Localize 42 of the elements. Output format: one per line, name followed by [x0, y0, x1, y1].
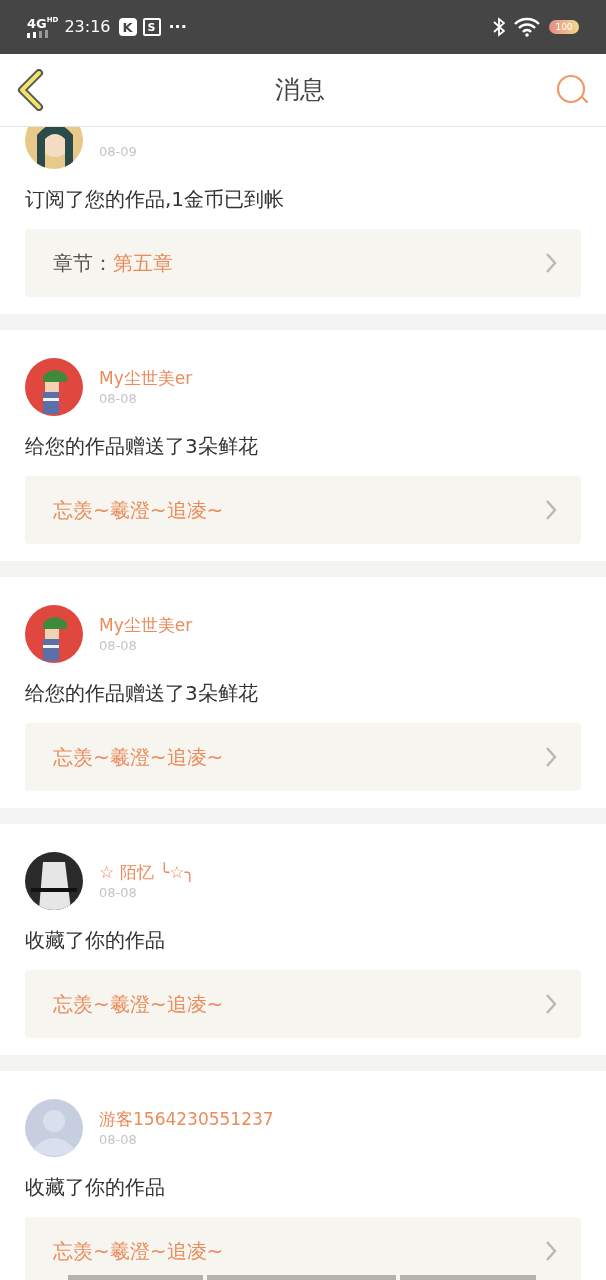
- bluetooth-icon: [493, 17, 505, 37]
- clock: 23:16: [64, 16, 111, 38]
- work-link[interactable]: 忘羡~羲澄~追凌~: [25, 476, 581, 544]
- message-text: 给您的作品赠送了3朵鲜花: [25, 433, 259, 460]
- wifi-icon: [513, 17, 541, 37]
- message-text: 订阅了您的作品,1金币已到帐: [25, 186, 286, 213]
- work-title: 忘羡~羲澄~追凌~: [53, 991, 224, 1018]
- more-indicator: ···: [168, 16, 187, 38]
- work-title: 忘羡~羲澄~追凌~: [53, 1238, 224, 1265]
- user-name[interactable]: My尘世美er: [99, 614, 193, 636]
- chapter-title: 第五章: [113, 250, 173, 277]
- user-name[interactable]: ☆ 陌忆 ╰☆╮: [99, 861, 195, 883]
- user-name[interactable]: My尘世美er: [99, 367, 193, 389]
- app-badge: S: [142, 18, 161, 36]
- message-text: 收藏了你的作品: [25, 927, 166, 954]
- message-date: 08-08: [99, 884, 138, 902]
- message-text: 给您的作品赠送了3朵鲜花: [25, 680, 259, 707]
- app-badge: K: [118, 18, 137, 36]
- work-link[interactable]: 忘羡~羲澄~追凌~: [25, 723, 581, 791]
- chevron-right-icon: [545, 499, 557, 521]
- chevron-right-icon: [545, 746, 557, 768]
- chevron-right-icon: [545, 1240, 557, 1262]
- work-title: 忘羡~羲澄~追凌~: [53, 744, 224, 771]
- work-link[interactable]: 忘羡~羲澄~追凌~: [25, 1217, 581, 1280]
- back-button[interactable]: [16, 68, 46, 112]
- message-date: 08-08: [99, 390, 138, 408]
- work-title: 忘羡~羲澄~追凌~: [53, 497, 224, 524]
- network-label: 4G: [27, 16, 47, 30]
- message-text: 收藏了你的作品: [25, 1174, 166, 1201]
- message-date: 08-08: [99, 1131, 138, 1149]
- chevron-right-icon: [545, 993, 557, 1015]
- chevron-right-icon: [545, 252, 557, 274]
- back-icon: [17, 69, 45, 111]
- avatar-placeholder-icon: [25, 1099, 83, 1157]
- user-name[interactable]: 游客1564230551237: [99, 1108, 274, 1130]
- work-link[interactable]: 章节：第五章: [25, 229, 581, 297]
- battery-indicator: 100: [549, 20, 579, 34]
- chapter-label: 章节：: [53, 250, 113, 277]
- message-date: 08-09: [99, 143, 137, 161]
- message-date: 08-08: [99, 637, 138, 655]
- work-link[interactable]: 忘羡~羲澄~追凌~: [25, 970, 581, 1038]
- page-title: 消息: [274, 74, 326, 107]
